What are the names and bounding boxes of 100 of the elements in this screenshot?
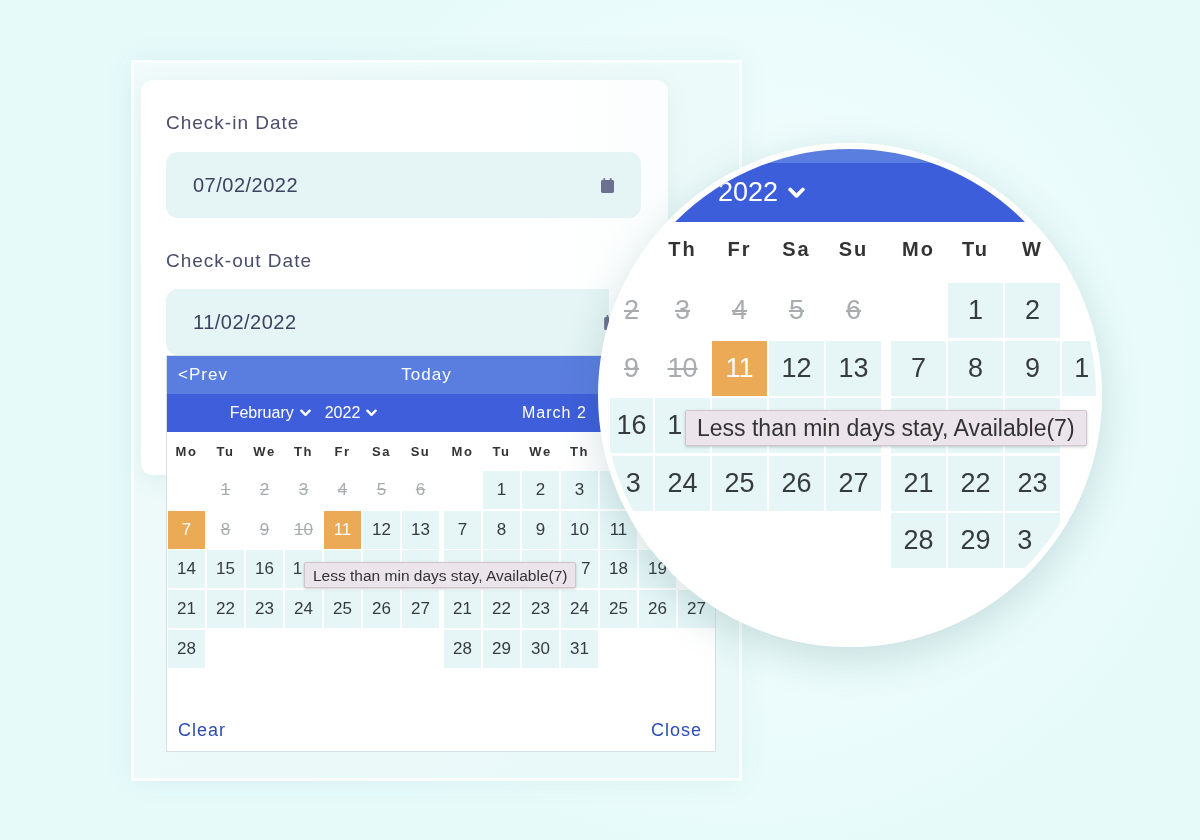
clear-link[interactable]: Clear: [178, 719, 226, 741]
day-cell-text: 3: [297, 479, 310, 501]
day-cell[interactable]: 28: [444, 629, 481, 668]
day-cell[interactable]: 21: [891, 455, 946, 511]
day-cell-text: 9: [258, 518, 271, 541]
day-cell[interactable]: 11: [600, 510, 637, 549]
day-cell[interactable]: 23: [246, 590, 283, 629]
day-cell[interactable]: 22: [483, 590, 520, 629]
day-cell[interactable]: 1: [483, 471, 520, 509]
calendar-icon: [601, 177, 614, 193]
day-cell[interactable]: 29: [483, 629, 520, 668]
day-cell[interactable]: 26: [769, 455, 824, 511]
day-cell-text: 8: [219, 518, 232, 541]
day-cell[interactable]: 3: [561, 471, 598, 509]
day-cell[interactable]: 26: [363, 590, 400, 629]
day-cell[interactable]: 16: [610, 398, 653, 453]
weekday-label: Mo: [174, 444, 199, 459]
day-cell[interactable]: 10: [561, 510, 598, 549]
caret-icon: [788, 186, 806, 199]
weekday-label: Fr: [726, 238, 753, 261]
weekday-label: Th: [667, 238, 698, 261]
day-cell[interactable]: 22: [207, 590, 244, 629]
day-cell[interactable]: 16: [246, 550, 283, 589]
day-cell[interactable]: 18: [600, 550, 637, 589]
date-input[interactable]: 11/02/2022: [166, 289, 609, 355]
day-cell[interactable]: 25: [600, 590, 637, 629]
day-cell[interactable]: 1: [948, 283, 1003, 338]
day-cell[interactable]: 15: [207, 550, 244, 589]
weekday-label: Th: [569, 444, 590, 459]
weekday-label: Mo: [450, 444, 475, 459]
weekday-label: Sa: [781, 238, 812, 261]
day-cell-text: 3: [674, 294, 691, 327]
weekday-label: We: [252, 444, 277, 459]
day-cell[interactable]: 8: [483, 510, 520, 549]
day-cell-text: 2: [623, 294, 640, 327]
weekday-label: Sa: [371, 444, 392, 459]
day-cell-text: 6: [845, 294, 862, 327]
day-cell-text: 4: [731, 294, 748, 327]
day-cell[interactable]: 12: [769, 340, 824, 396]
day-cell[interactable]: 2: [1005, 283, 1060, 338]
day-cell-text: 6: [414, 479, 427, 501]
day-cell[interactable]: 13: [826, 340, 881, 396]
year-select[interactable]: 2022: [718, 177, 806, 208]
day-cell[interactable]: 23: [1005, 455, 1060, 511]
weekday-label: Su: [837, 238, 870, 261]
day-cell-text: 2: [258, 479, 271, 501]
caret-icon: [299, 409, 311, 417]
day-cell[interactable]: 9: [1005, 340, 1060, 396]
weekday-label: Tu: [491, 444, 512, 459]
weekday-label: We: [528, 444, 553, 459]
field-label: Check-out Date: [166, 249, 313, 273]
day-cell[interactable]: 22: [948, 455, 1003, 511]
day-cell[interactable]: 21: [168, 590, 205, 629]
day-cell[interactable]: 2: [522, 471, 559, 509]
prev-link[interactable]: <Prev: [178, 365, 228, 385]
day-cell[interactable]: 1: [1062, 340, 1096, 396]
day-cell[interactable]: 23: [522, 590, 559, 629]
day-cell[interactable]: 13: [402, 510, 439, 549]
day-cell-text: 5: [788, 294, 805, 327]
weekday-label: W: [1021, 238, 1044, 261]
day-cell-text: 5: [375, 479, 388, 501]
weekday-label: Th: [293, 444, 314, 459]
day-cell[interactable]: 24: [285, 590, 322, 629]
month-select[interactable]: February: [229, 404, 311, 422]
day-cell[interactable]: 28: [168, 629, 205, 668]
day-cell[interactable]: 9: [522, 510, 559, 549]
field-label: Check-in Date: [166, 111, 301, 135]
day-cell-text: 10: [293, 518, 314, 541]
day-cell[interactable]: 25: [712, 455, 767, 511]
tooltip: Less than min days stay, Available(7): [304, 562, 577, 588]
day-cell[interactable]: 31: [561, 629, 598, 668]
day-cell[interactable]: 27: [826, 455, 881, 511]
day-cell[interactable]: 24: [561, 590, 598, 629]
year-select[interactable]: 2022: [324, 404, 378, 422]
weekday-label: Fr: [333, 444, 352, 459]
date-input[interactable]: 07/02/2022: [166, 152, 641, 218]
day-cell[interactable]: 21: [444, 590, 481, 629]
today-link[interactable]: Today: [401, 365, 452, 385]
day-cell[interactable]: 3: [1005, 513, 1060, 568]
month-title: March 2: [522, 404, 587, 422]
day-cell[interactable]: 7: [444, 510, 481, 549]
day-cell[interactable]: 8: [948, 340, 1003, 396]
weekday-label: Mo: [901, 238, 936, 261]
day-cell[interactable]: 30: [522, 629, 559, 668]
day-cell[interactable]: 24: [655, 455, 710, 511]
day-cell[interactable]: 26: [639, 590, 676, 629]
weekday-label: Tu: [961, 238, 990, 261]
day-cell-text: 9: [623, 351, 640, 385]
day-cell-text: 10: [666, 351, 699, 385]
day-cell-text: 1: [219, 479, 232, 501]
close-link[interactable]: Close: [650, 719, 702, 741]
tooltip: Less than min days stay, Available(7): [685, 410, 1087, 446]
day-cell[interactable]: 14: [168, 550, 205, 589]
day-cell[interactable]: 27: [402, 590, 439, 629]
day-cell[interactable]: 29: [948, 513, 1003, 568]
day-cell[interactable]: 7: [891, 340, 946, 396]
day-cell[interactable]: 25: [324, 590, 361, 629]
day-cell[interactable]: 28: [891, 513, 946, 568]
day-cell-text: 4: [336, 479, 349, 501]
day-cell[interactable]: 12: [363, 510, 400, 549]
